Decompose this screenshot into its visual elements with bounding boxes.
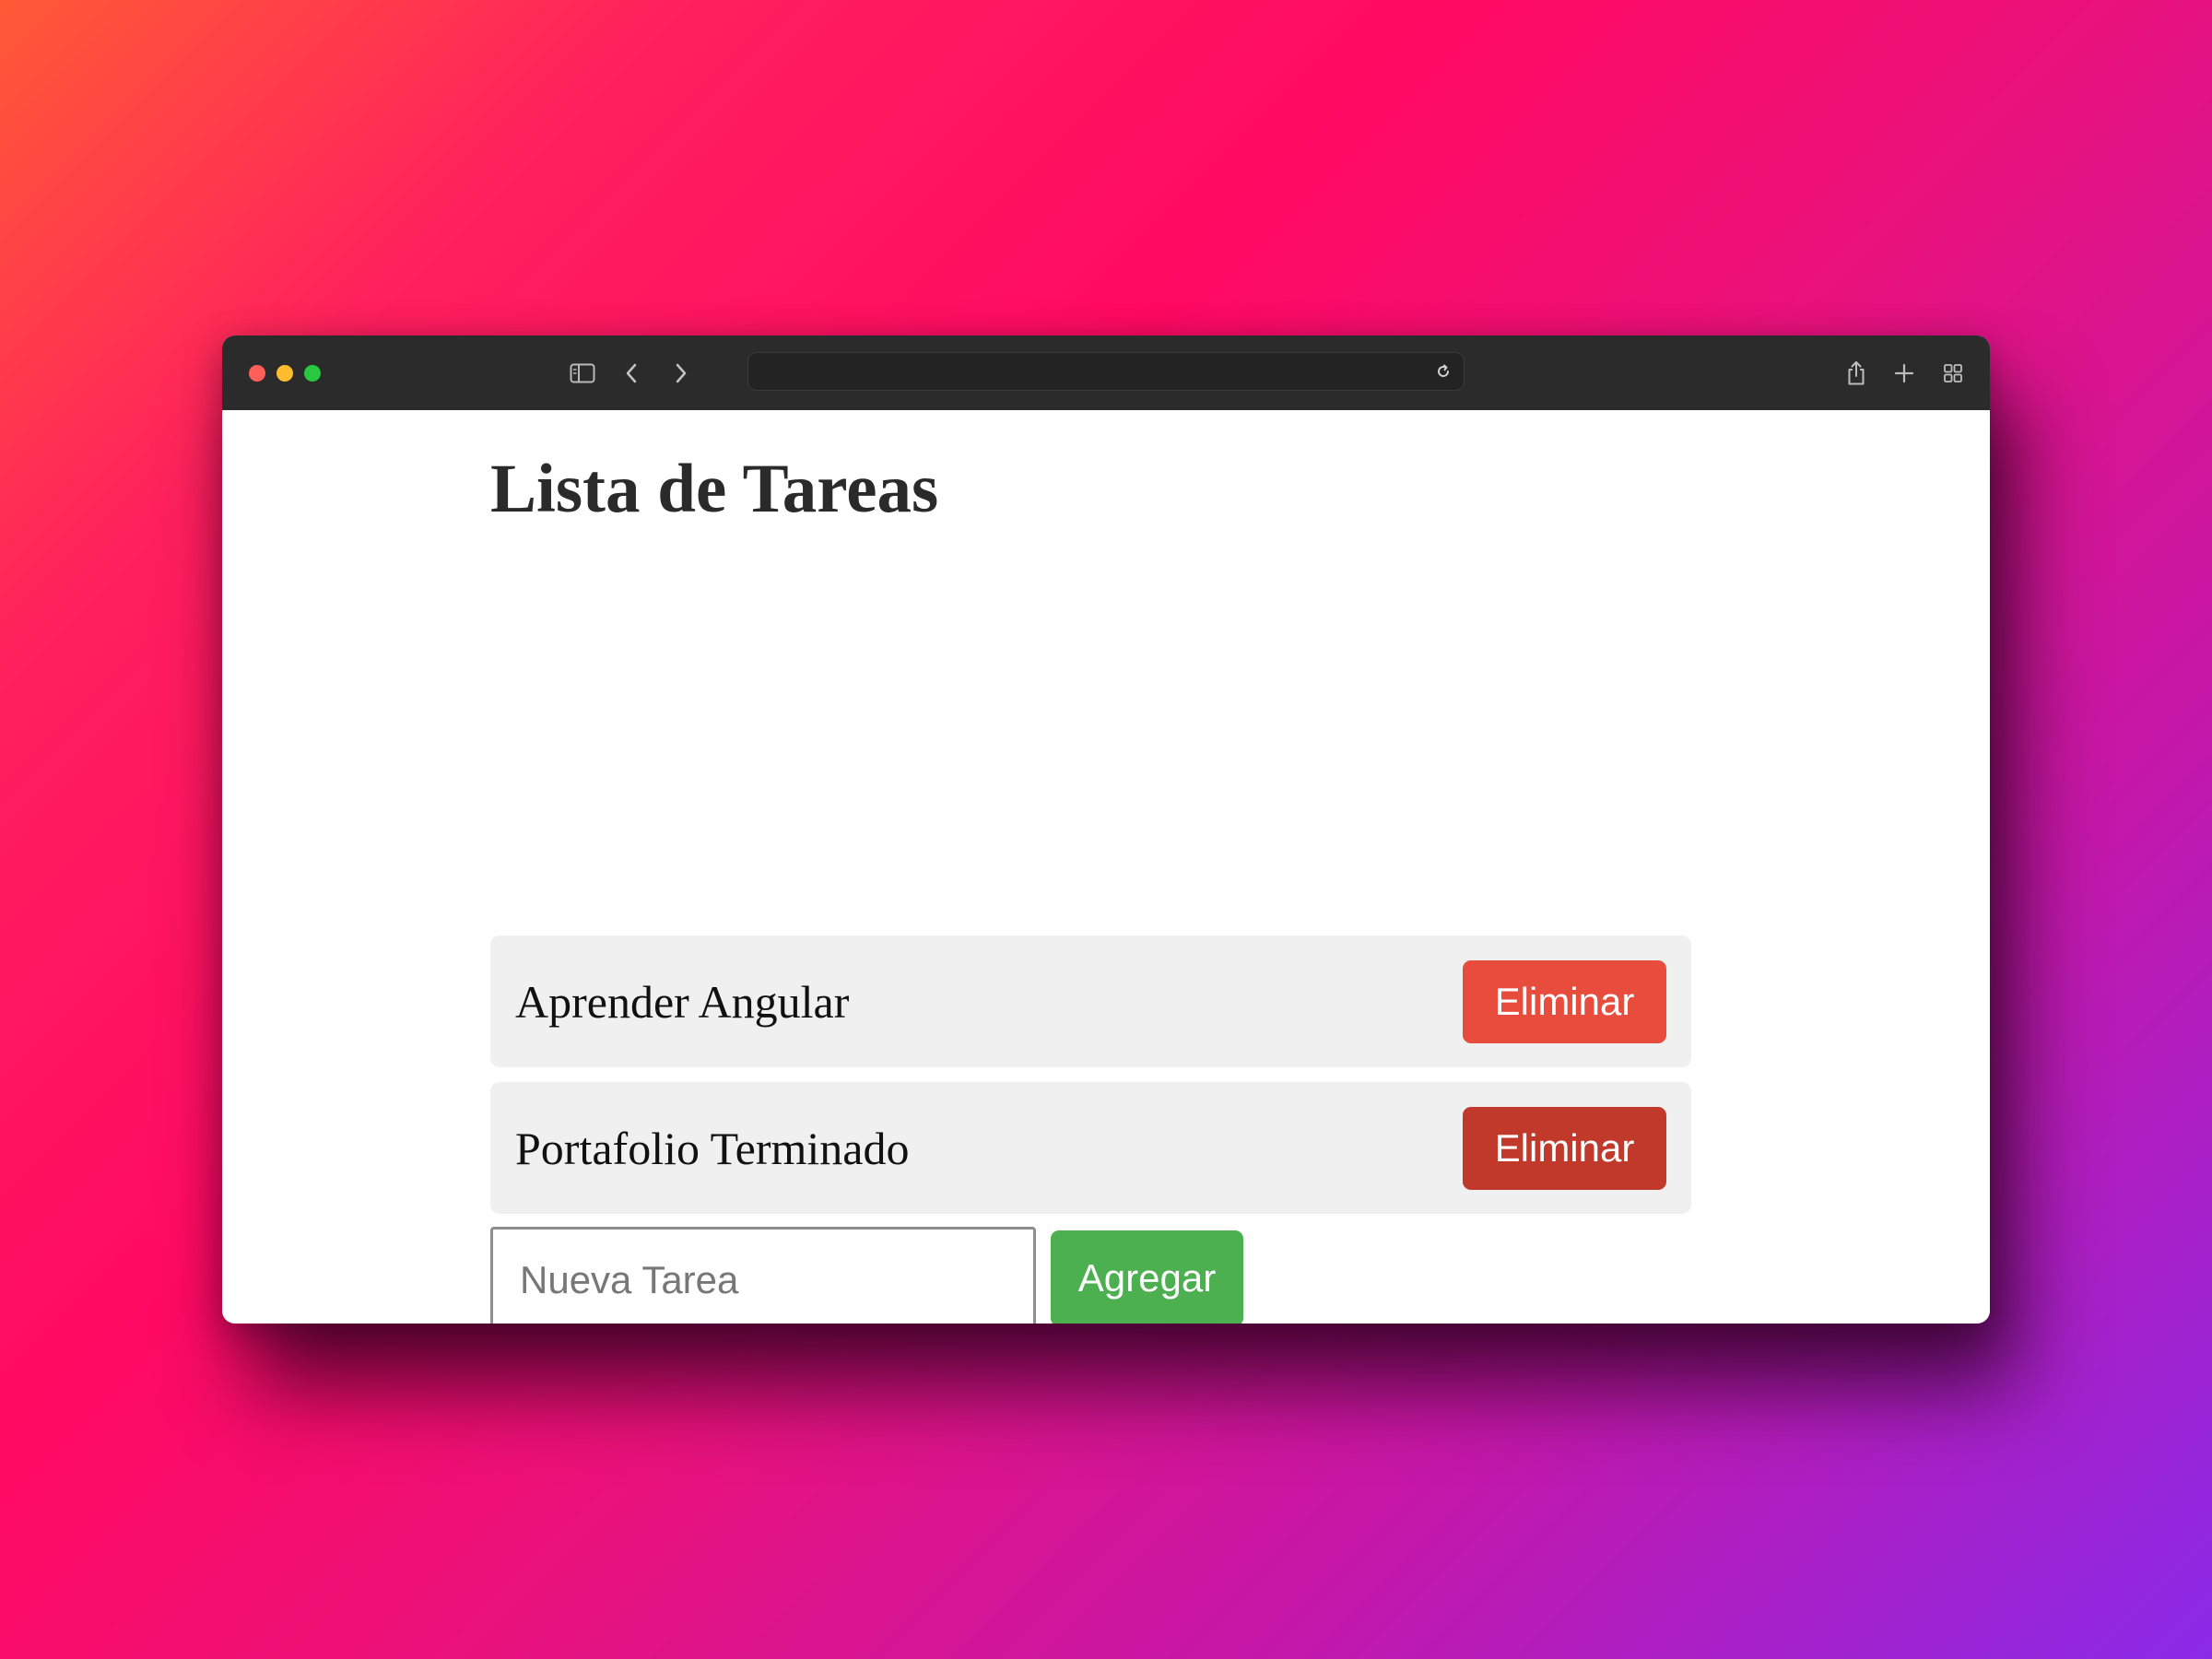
delete-task-button[interactable]: Eliminar: [1463, 1107, 1666, 1190]
browser-window: Lista de Tareas Aprender Angular Elimina…: [222, 335, 1990, 1324]
share-icon[interactable]: [1841, 358, 1872, 389]
close-window-button[interactable]: [249, 365, 265, 382]
browser-toolbar: [222, 335, 1990, 410]
reload-icon[interactable]: [1430, 359, 1456, 384]
task-item: Aprender Angular Eliminar: [490, 935, 1691, 1067]
page-content: Lista de Tareas Aprender Angular Elimina…: [222, 410, 1990, 1324]
chevron-left-icon[interactable]: [616, 358, 647, 389]
address-bar[interactable]: [747, 352, 1465, 391]
delete-task-button[interactable]: Eliminar: [1463, 960, 1666, 1043]
maximize-window-button[interactable]: [304, 365, 321, 382]
chevron-right-icon[interactable]: [665, 358, 697, 389]
add-task-button[interactable]: Agregar: [1051, 1230, 1243, 1324]
sidebar-icon[interactable]: [567, 358, 598, 389]
minimize-window-button[interactable]: [276, 365, 293, 382]
task-text: Aprender Angular: [515, 975, 850, 1028]
task-text: Portafolio Terminado: [515, 1122, 910, 1174]
new-task-input[interactable]: [490, 1227, 1036, 1324]
tab-overview-icon[interactable]: [1937, 358, 1969, 389]
task-item: Portafolio Terminado Eliminar: [490, 1082, 1691, 1214]
page-title: Lista de Tareas: [490, 451, 939, 527]
plus-icon[interactable]: [1888, 358, 1920, 389]
